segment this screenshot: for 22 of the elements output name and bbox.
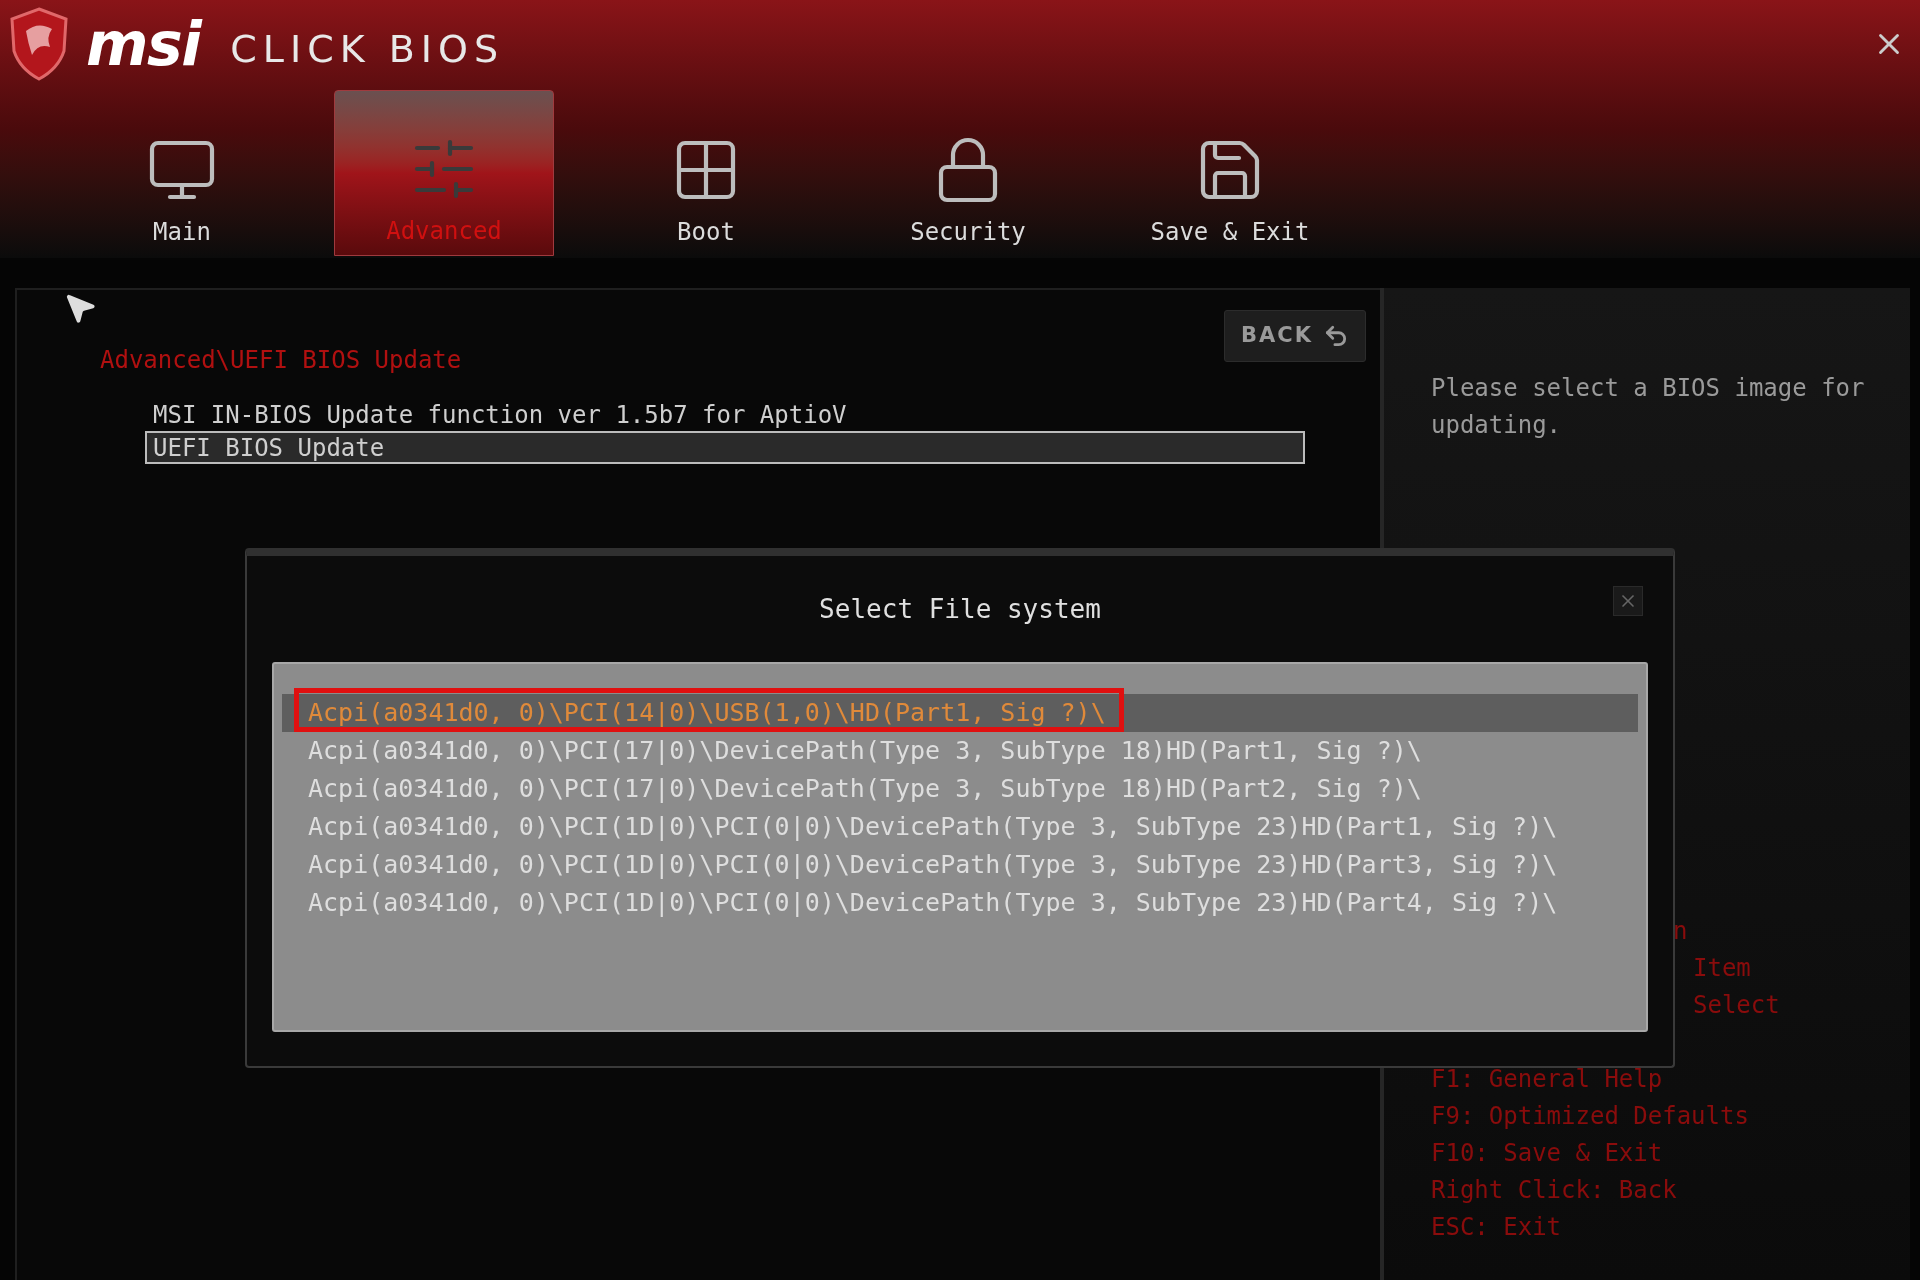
product-name: CLICK BIOS: [230, 30, 505, 68]
msi-logo: msi: [86, 14, 201, 74]
nav-tab[interactable]: Save & Exit: [1120, 90, 1340, 256]
menu-item[interactable]: UEFI BIOS Update: [145, 431, 1305, 464]
back-button[interactable]: BACK: [1224, 310, 1366, 362]
help-text: Select: [1693, 990, 1780, 1021]
hotkey-hint: F9: Optimized Defaults: [1431, 1101, 1749, 1132]
nav-tab[interactable]: Boot: [596, 90, 816, 256]
nav-tab[interactable]: Main: [72, 90, 292, 256]
help-text: n: [1673, 916, 1688, 947]
dialog-close-button[interactable]: [1613, 586, 1643, 616]
help-description: Please select a BIOS image for updating.: [1431, 373, 1866, 441]
hotkey-hint: F1: General Help: [1431, 1064, 1663, 1095]
hotkey-hint: F10: Save & Exit: [1431, 1138, 1663, 1169]
nav-tab[interactable]: Security: [858, 90, 1078, 256]
help-text: Item: [1693, 953, 1751, 984]
dialog-title: Select File system: [819, 592, 1101, 626]
breadcrumb: Advanced\UEFI BIOS Update: [100, 345, 462, 376]
hotkey-hint: Right Click: Back: [1431, 1175, 1677, 1206]
hotkey-hint: ESC: Exit: [1431, 1212, 1562, 1243]
return-arrow-icon: [1323, 323, 1349, 349]
menu-item[interactable]: MSI IN-BIOS Update function ver 1.5b7 for AptioV: [145, 398, 1305, 431]
